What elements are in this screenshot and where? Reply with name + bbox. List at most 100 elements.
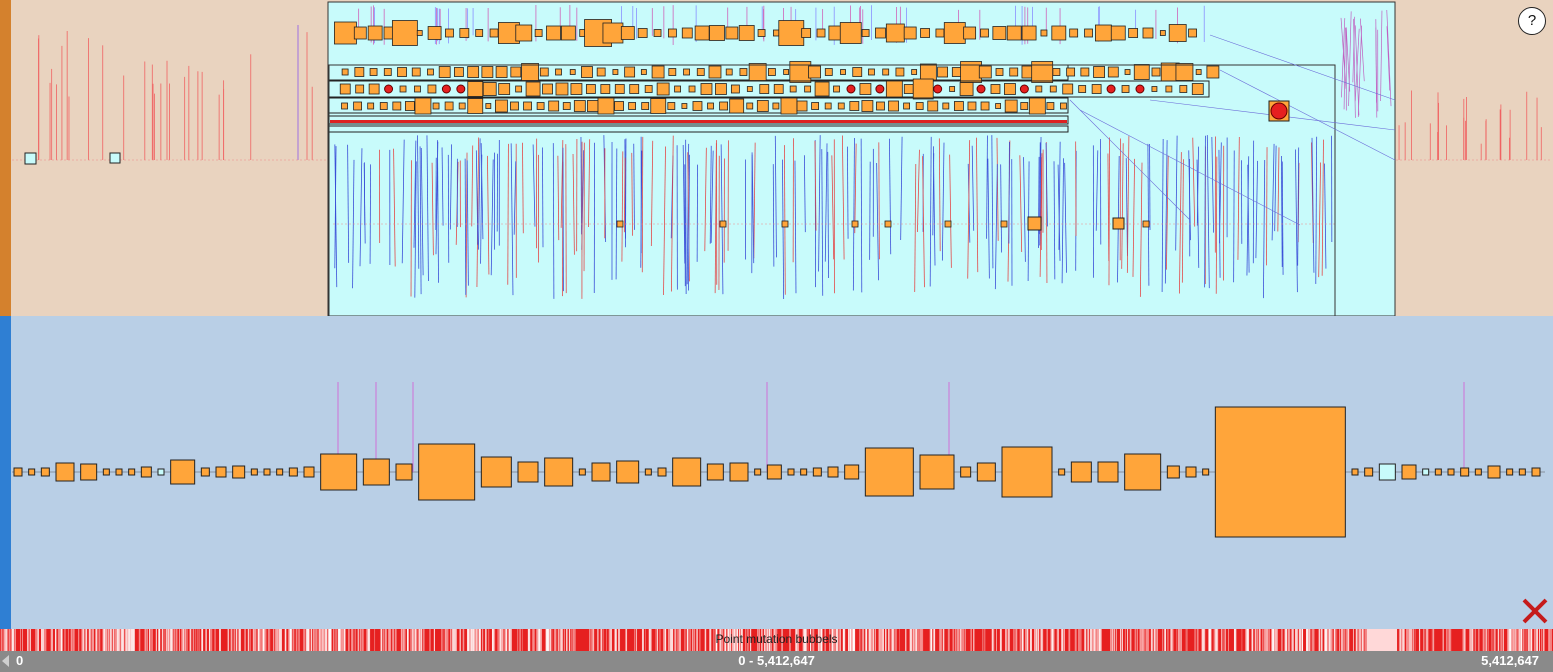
- mutation-density-mark: [128, 629, 131, 651]
- top-overview-canvas[interactable]: [0, 0, 1553, 316]
- genome-block: [1112, 217, 1125, 230]
- help-button[interactable]: ?: [1518, 7, 1546, 35]
- mutation-density-mark: [1509, 629, 1511, 651]
- mutation-density-mark: [757, 629, 759, 651]
- mutation-density-mark: [999, 629, 1002, 651]
- mutation-density-mark: [1074, 629, 1077, 651]
- genome-block: [1006, 25, 1022, 41]
- mutation-density-mark: [277, 629, 279, 651]
- genome-block: [772, 102, 780, 110]
- mutation-density-mark: [113, 629, 115, 651]
- mutation-density-mark: [488, 629, 490, 651]
- genome-block: [495, 66, 508, 78]
- mutation-density-mark: [899, 629, 900, 651]
- point-mutation-track[interactable]: Point mutation bubbels: [0, 629, 1553, 651]
- genome-block: [824, 68, 833, 76]
- mutation-density-mark: [1530, 629, 1533, 651]
- genome-block: [644, 468, 652, 476]
- mutation-density-mark: [527, 629, 530, 651]
- mutation-density-mark: [108, 629, 110, 651]
- mutation-density-mark: [1051, 629, 1053, 651]
- bottom-detail-panel[interactable]: [0, 316, 1553, 629]
- genome-block: [288, 467, 298, 477]
- mutation-density-mark: [1550, 629, 1552, 651]
- genome-block: [811, 102, 820, 110]
- mutation-density-mark: [1080, 629, 1082, 651]
- mutation-density-mark: [453, 629, 456, 651]
- genome-block: [783, 69, 790, 75]
- mutation-density-mark: [1035, 629, 1037, 651]
- mutation-density-mark: [178, 629, 180, 651]
- mutation-density-mark: [50, 629, 52, 651]
- mutation-density-mark: [1295, 629, 1297, 651]
- genome-block: [482, 82, 497, 96]
- mutation-density-mark: [1463, 629, 1465, 651]
- genome-block: [1046, 102, 1055, 110]
- mutation-density-mark: [127, 629, 129, 651]
- mutation-density-mark: [715, 629, 718, 651]
- genome-block: [510, 101, 519, 111]
- mutation-circle: [933, 84, 943, 94]
- mutation-density-mark: [1523, 629, 1525, 651]
- genome-block: [170, 459, 196, 485]
- mutation-density-mark: [1274, 629, 1276, 651]
- genome-block: [40, 467, 50, 477]
- mutation-density-mark: [22, 629, 23, 651]
- mutation-density-mark: [244, 629, 246, 651]
- mutation-density-mark: [1318, 629, 1321, 651]
- mutation-density-mark: [1215, 629, 1217, 651]
- mutation-density-mark: [572, 629, 574, 651]
- genome-block: [1378, 463, 1396, 481]
- genome-block: [1040, 29, 1048, 37]
- genome-block: [967, 101, 977, 111]
- mutation-circle: [976, 84, 986, 94]
- genome-block: [827, 466, 839, 478]
- mutation-density-mark: [1063, 629, 1065, 651]
- genome-block: [903, 102, 911, 110]
- mutation-density-mark: [71, 629, 73, 651]
- genome-block: [467, 98, 484, 114]
- mutation-density-mark: [55, 629, 57, 651]
- genome-block: [778, 20, 805, 46]
- mutation-density-mark: [1221, 629, 1222, 651]
- bottom-block-row: [13, 406, 1541, 538]
- genome-block: [861, 29, 870, 37]
- genome-block: [781, 220, 789, 228]
- mutation-density-mark: [474, 629, 477, 651]
- genome-block: [427, 68, 434, 76]
- mutation-density-mark: [501, 629, 503, 651]
- genome-block: [1191, 83, 1204, 95]
- mutation-density-mark: [850, 629, 853, 651]
- genome-block: [729, 462, 749, 482]
- mutation-density-mark: [532, 629, 534, 651]
- mutation-density-mark: [738, 629, 741, 651]
- mutation-density-mark: [257, 629, 259, 651]
- mutation-density-mark: [1093, 629, 1095, 651]
- mutation-density-mark: [962, 629, 965, 651]
- genome-axis-bar[interactable]: 0 0 - 5,412,647 5,412,647: [0, 651, 1553, 672]
- mutation-density-mark: [1139, 629, 1142, 651]
- mutation-density-mark: [1254, 629, 1256, 651]
- close-x-icon[interactable]: [1520, 596, 1550, 626]
- mutation-density-mark: [315, 629, 316, 651]
- mutation-density-mark: [1013, 629, 1014, 651]
- mutation-density-mark: [1512, 629, 1515, 651]
- top-overview-panel[interactable]: ?: [0, 0, 1553, 316]
- genome-block: [1027, 216, 1042, 231]
- genome-block: [738, 25, 755, 41]
- mutation-density-mark: [485, 629, 487, 651]
- mutation-density-mark: [130, 629, 133, 651]
- genome-block: [570, 83, 583, 95]
- mutation-density-mark: [1005, 629, 1007, 651]
- mutation-density-mark: [961, 629, 963, 651]
- genome-block: [1058, 468, 1066, 476]
- genome-block: [1531, 467, 1541, 477]
- genome-block: [397, 67, 407, 77]
- mutation-line: [369, 164, 372, 264]
- mutation-density-mark: [497, 629, 499, 651]
- mutation-density-mark: [789, 629, 791, 651]
- mutation-density-mark: [669, 629, 672, 651]
- mutation-density-mark: [934, 629, 936, 651]
- bottom-detail-canvas[interactable]: [0, 316, 1553, 629]
- genome-block: [812, 467, 822, 477]
